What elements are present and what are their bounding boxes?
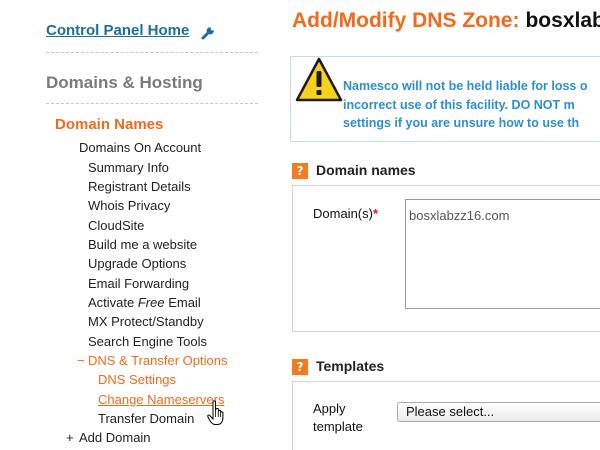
control-panel-home-link[interactable]: Control Panel Home xyxy=(46,22,189,39)
domains-hosting-heading: Domains & Hosting xyxy=(46,73,203,92)
warning-line: Namesco will not be held liable for loss… xyxy=(343,79,588,93)
divider xyxy=(46,103,258,104)
sidebar-item-email-forwarding[interactable]: Email Forwarding xyxy=(88,276,189,292)
domain-names-section-header: ? Domain names xyxy=(292,161,600,183)
domains-textarea[interactable]: bosxlabzz16.com xyxy=(405,199,600,309)
apply-template-label: Apply template xyxy=(313,400,363,436)
warning-icon xyxy=(295,57,343,102)
sidebar-item-registrant-details[interactable]: Registrant Details xyxy=(88,179,191,195)
template-select[interactable]: Please select... xyxy=(397,402,600,422)
sidebar-item-build-website[interactable]: Build me a website xyxy=(88,237,197,253)
sidebar-item-summary-info[interactable]: Summary Info xyxy=(88,160,169,176)
sidebar-item-transfer-domain[interactable]: Transfer Domain xyxy=(98,411,194,427)
help-icon[interactable]: ? xyxy=(292,163,308,179)
sidebar-item-whois-privacy[interactable]: Whois Privacy xyxy=(88,198,170,214)
warning-line: settings if you are unsure how to use th xyxy=(343,116,580,130)
sidebar-item-dns-transfer-options[interactable]: DNS & Transfer Options xyxy=(88,353,227,369)
sidebar-item-search-engine-tools[interactable]: Search Engine Tools xyxy=(88,334,207,350)
page-title-prefix: Add/Modify DNS Zone: xyxy=(292,9,520,32)
sidebar-item-cloudsite[interactable]: CloudSite xyxy=(88,218,144,234)
sidebar-item-add-domain[interactable]: Add Domain xyxy=(79,430,151,446)
activate-prefix: Activate xyxy=(88,295,138,310)
domains-label-text: Domain(s) xyxy=(313,206,373,221)
templates-section-header: ? Templates xyxy=(292,357,600,379)
sidebar-item-activate-free-email[interactable]: Activate Free Email xyxy=(88,295,201,311)
apply-template-label-line: Apply xyxy=(313,401,346,416)
sidebar-item-upgrade-options[interactable]: Upgrade Options xyxy=(88,256,186,272)
expand-marker[interactable]: + xyxy=(66,430,74,446)
domain-names-heading[interactable]: Domain Names xyxy=(55,116,163,133)
sidebar-item-dns-settings[interactable]: DNS Settings xyxy=(98,372,176,388)
sidebar: Control Panel Home Domains & Hosting Dom… xyxy=(0,0,268,450)
page-title: Add/Modify DNS Zone:bosxlabz xyxy=(292,9,600,33)
hand-cursor-icon xyxy=(207,400,224,425)
collapse-marker[interactable]: − xyxy=(77,353,85,369)
activate-suffix: Email xyxy=(164,295,201,310)
warning-text: Namesco will not be held liable for loss… xyxy=(343,77,588,133)
sidebar-item-change-nameservers[interactable]: Change Nameservers xyxy=(98,392,224,408)
apply-template-label-line: template xyxy=(313,419,363,434)
activate-free-emphasis: Free xyxy=(137,295,165,310)
domains-label: Domain(s)* xyxy=(313,206,378,221)
page-title-zone: bosxlabz xyxy=(525,9,600,32)
sidebar-item-domains-on-account[interactable]: Domains On Account xyxy=(79,140,201,156)
wrench-icon[interactable] xyxy=(201,24,217,40)
sidebar-item-mx-protect[interactable]: MX Protect/Standby xyxy=(88,314,204,330)
warning-line: incorrect use of this facility. DO NOT m xyxy=(343,97,575,112)
divider xyxy=(46,52,258,53)
help-icon[interactable]: ? xyxy=(292,359,308,375)
domain-names-title: Domain names xyxy=(316,162,416,178)
required-marker: * xyxy=(372,206,379,221)
templates-title: Templates xyxy=(316,358,385,374)
